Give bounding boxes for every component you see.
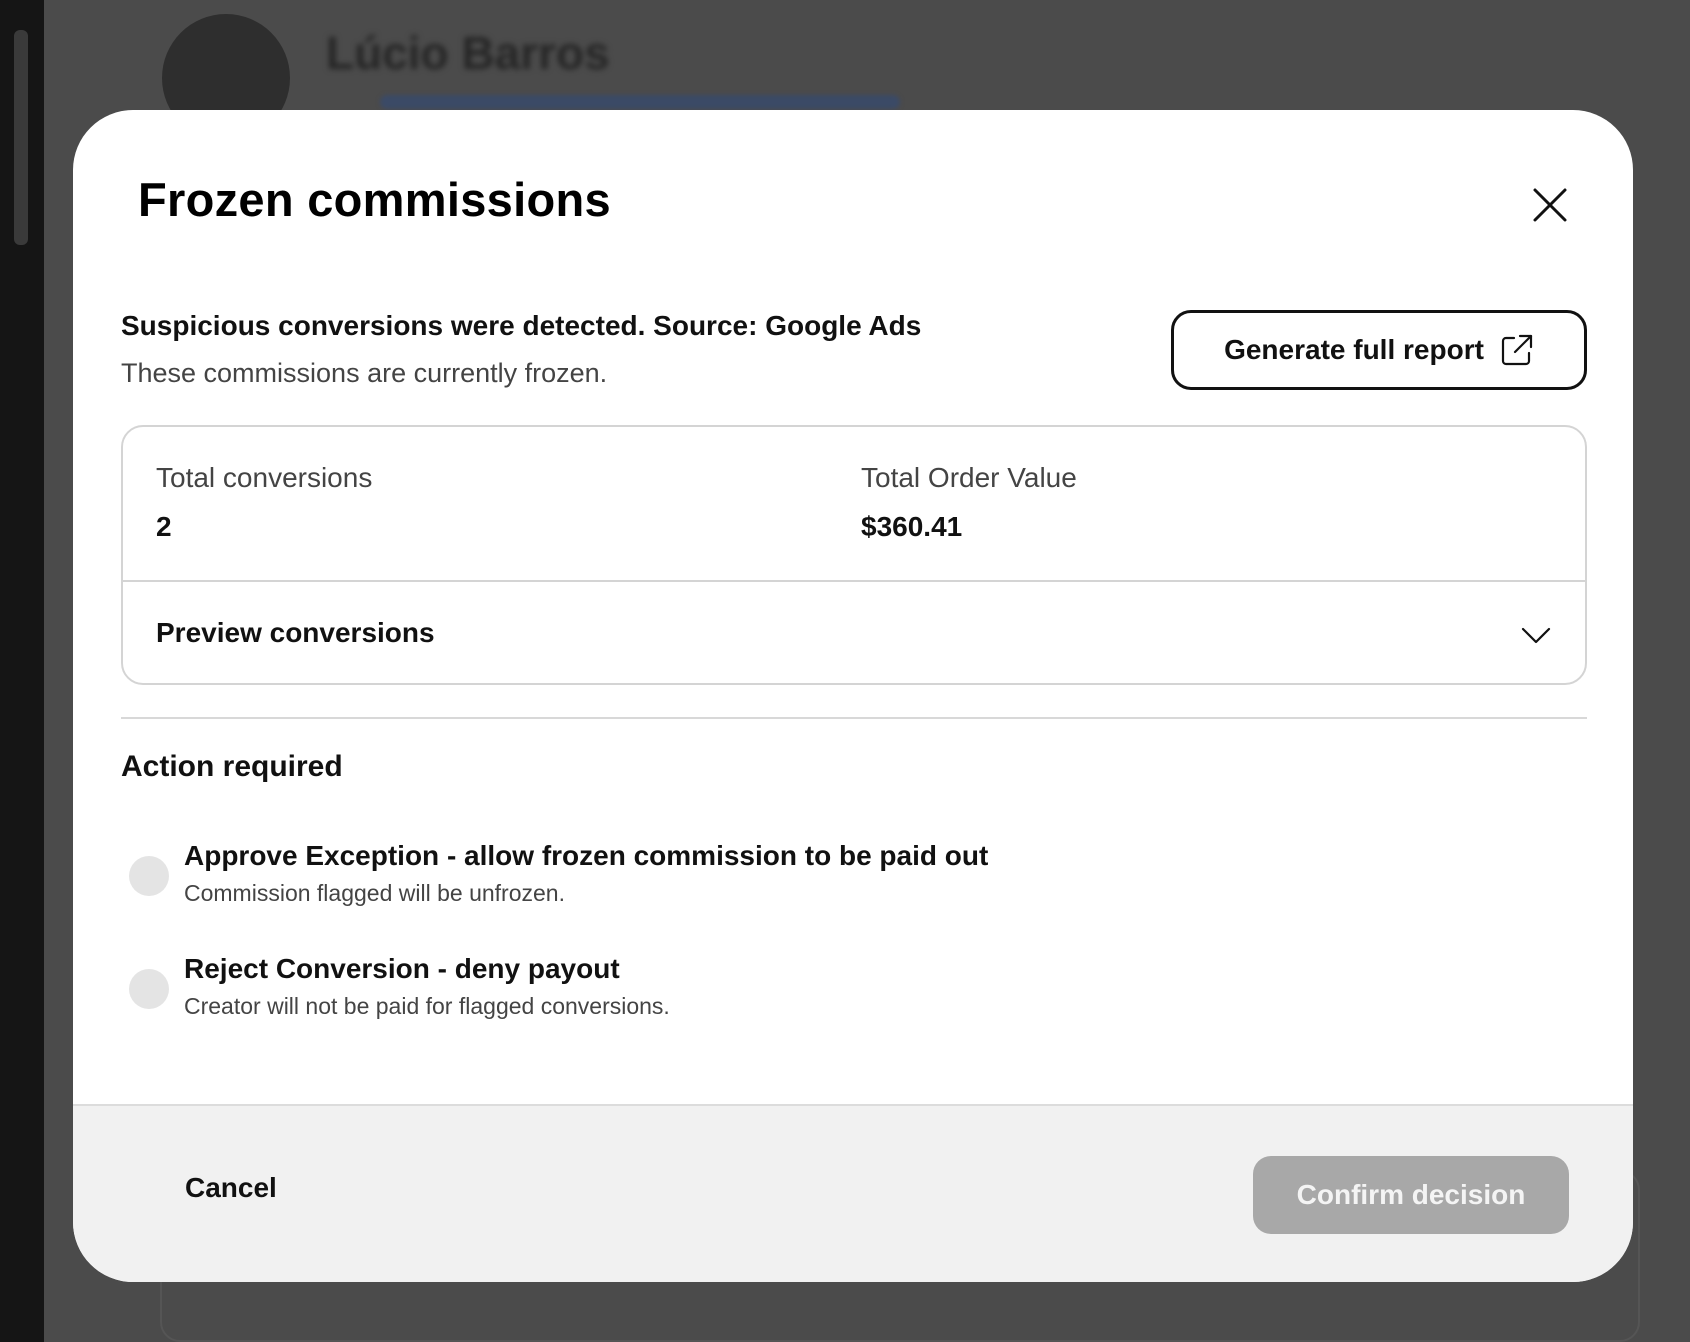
generate-report-label: Generate full report <box>1224 334 1484 365</box>
action-required-heading: Action required <box>121 750 343 783</box>
preview-conversions-toggle[interactable]: Preview conversions <box>123 582 1585 683</box>
generate-report-button[interactable]: Generate full report <box>1171 310 1587 390</box>
frozen-commissions-modal: Frozen commissions Suspicious conversion… <box>73 110 1633 1282</box>
reject-conversion-option[interactable]: Reject Conversion - deny payout Creator … <box>121 953 1121 1033</box>
reject-conversion-radio[interactable] <box>129 969 169 1009</box>
section-divider <box>121 717 1587 719</box>
reject-conversion-title: Reject Conversion - deny payout <box>184 953 620 984</box>
reject-conversion-description: Creator will not be paid for flagged con… <box>184 993 670 1019</box>
modal-title: Frozen commissions <box>138 173 611 226</box>
background-creator-name: Lúcio Barros <box>326 27 610 79</box>
approve-exception-option[interactable]: Approve Exception - allow frozen commiss… <box>121 840 1121 920</box>
cancel-button[interactable]: Cancel <box>185 1172 277 1204</box>
total-order-value-value: $360.41 <box>861 511 963 542</box>
total-order-value-label: Total Order Value <box>861 462 1077 493</box>
preview-conversions-label: Preview conversions <box>156 617 435 648</box>
conversion-stats-card: Total conversions 2 Total Order Value $3… <box>121 425 1587 685</box>
chevron-down-icon <box>1521 627 1551 644</box>
close-button[interactable] <box>1525 180 1575 230</box>
modal-footer: Cancel Confirm decision <box>73 1104 1633 1282</box>
background-scrollbar <box>14 30 28 245</box>
total-conversions-label: Total conversions <box>156 462 373 493</box>
background-sidebar <box>0 0 44 1342</box>
total-conversions-value: 2 <box>156 511 172 542</box>
close-icon <box>1533 188 1567 222</box>
confirm-decision-button[interactable]: Confirm decision <box>1253 1156 1569 1234</box>
approve-exception-radio[interactable] <box>129 856 169 896</box>
alert-title: Suspicious conversions were detected. So… <box>121 310 922 341</box>
external-link-icon <box>1501 334 1533 366</box>
approve-exception-description: Commission flagged will be unfrozen. <box>184 880 565 906</box>
background-link <box>380 95 900 109</box>
alert-subtitle: These commissions are currently frozen. <box>121 358 608 388</box>
approve-exception-title: Approve Exception - allow frozen commiss… <box>184 840 989 871</box>
